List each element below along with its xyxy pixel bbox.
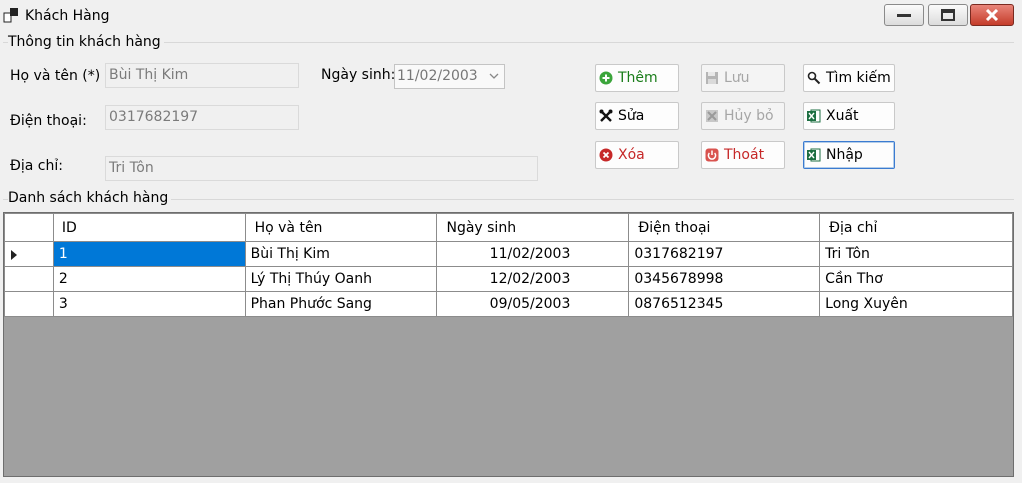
dob-datepicker[interactable]: 11/02/2003 — [394, 64, 505, 89]
name-field[interactable]: Bùi Thị Kim — [105, 63, 299, 88]
table-cell[interactable]: Lý Thị Thúy Oanh — [244, 266, 438, 292]
tools-icon — [599, 109, 613, 122]
close-button[interactable] — [970, 4, 1014, 26]
power-icon — [705, 148, 719, 162]
customer-table: ID Họ và tên Ngày sinh Điện thoại Địa ch… — [4, 213, 1013, 317]
app-icon — [3, 8, 18, 23]
plus-circle-icon — [599, 71, 613, 85]
edit-button[interactable]: Sửa — [595, 102, 679, 130]
minimize-icon — [897, 14, 911, 17]
customer-grid[interactable]: ID Họ và tên Ngày sinh Điện thoại Địa ch… — [3, 212, 1014, 477]
search-button-label: Tìm kiếm — [826, 70, 891, 86]
table-cell[interactable]: 09/05/2003 — [436, 291, 630, 317]
column-header-id[interactable]: ID — [52, 213, 246, 242]
cancel-button[interactable]: Hủy bỏ — [701, 102, 785, 130]
search-button[interactable]: Tìm kiếm — [803, 64, 895, 92]
maximize-icon — [941, 9, 955, 21]
save-button-label: Lưu — [724, 70, 750, 86]
delete-button[interactable]: Xóa — [595, 141, 679, 169]
info-group-legend: Thông tin khách hàng — [8, 34, 164, 50]
delete-icon — [599, 148, 613, 162]
phone-label: Điện thoại: — [10, 113, 87, 129]
import-button[interactable]: Nhập — [803, 141, 895, 169]
add-button[interactable]: Thêm — [595, 64, 679, 92]
address-label: Địa chỉ: — [10, 158, 63, 174]
current-row-arrow-icon — [11, 250, 17, 260]
table-cell[interactable]: 0345678998 — [628, 266, 821, 292]
table-cell[interactable]: Cần Thơ — [819, 266, 1013, 292]
column-header-phone[interactable]: Điện thoại — [628, 213, 821, 242]
list-group-legend: Danh sách khách hàng — [8, 190, 172, 206]
export-button-label: Xuất — [826, 108, 859, 124]
floppy-disk-icon — [706, 72, 718, 84]
title-bar: Khách Hàng — [0, 0, 1022, 32]
column-header-dob[interactable]: Ngày sinh — [436, 213, 630, 242]
chevron-down-icon[interactable] — [489, 73, 499, 80]
table-cell[interactable]: Phan Phước Sang — [244, 291, 438, 317]
table-cell[interactable]: 1 — [52, 241, 246, 267]
row-header-corner — [4, 213, 54, 242]
import-button-label: Nhập — [826, 147, 863, 163]
excel-icon — [807, 109, 821, 123]
dob-label: Ngày sinh: — [321, 67, 396, 83]
table-cell[interactable]: 2 — [52, 266, 246, 292]
table-cell[interactable]: 11/02/2003 — [436, 241, 630, 267]
address-field[interactable]: Tri Tôn — [105, 156, 538, 181]
exit-button[interactable]: Thoát — [701, 141, 785, 169]
excel-icon — [807, 148, 821, 162]
column-header-address[interactable]: Địa chỉ — [819, 213, 1013, 242]
phone-field[interactable]: 0317682197 — [105, 105, 299, 130]
table-cell[interactable]: 0317682197 — [628, 241, 821, 267]
table-row[interactable]: 1 Bùi Thị Kim 11/02/2003 0317682197 Tri … — [4, 241, 1013, 267]
table-row[interactable]: 2 Lý Thị Thúy Oanh 12/02/2003 0345678998… — [4, 266, 1013, 292]
table-row[interactable]: 3 Phan Phước Sang 09/05/2003 0876512345 … — [4, 291, 1013, 317]
table-cell[interactable]: 3 — [52, 291, 246, 317]
row-header[interactable] — [4, 291, 54, 317]
maximize-button[interactable] — [928, 4, 968, 26]
add-button-label: Thêm — [618, 70, 658, 86]
table-cell[interactable]: Tri Tôn — [819, 241, 1013, 267]
table-header-row: ID Họ và tên Ngày sinh Điện thoại Địa ch… — [4, 213, 1013, 242]
delete-button-label: Xóa — [618, 147, 645, 163]
row-header[interactable] — [4, 241, 54, 267]
table-cell[interactable]: 12/02/2003 — [436, 266, 630, 292]
exit-button-label: Thoát — [724, 147, 765, 163]
minimize-button[interactable] — [884, 4, 924, 26]
cancel-icon — [706, 110, 718, 122]
table-cell[interactable]: 0876512345 — [628, 291, 821, 317]
table-cell[interactable]: Bùi Thị Kim — [244, 241, 438, 267]
cancel-button-label: Hủy bỏ — [724, 108, 774, 124]
save-button[interactable]: Lưu — [701, 64, 785, 92]
column-header-name[interactable]: Họ và tên — [244, 213, 438, 242]
search-icon — [807, 71, 821, 85]
window-title: Khách Hàng — [25, 8, 110, 24]
export-button[interactable]: Xuất — [803, 102, 895, 130]
edit-button-label: Sửa — [618, 108, 645, 124]
dob-value: 11/02/2003 — [397, 68, 478, 84]
close-icon — [985, 9, 999, 21]
name-label: Họ và tên (*) : — [10, 68, 110, 84]
row-header[interactable] — [4, 266, 54, 292]
table-cell[interactable]: Long Xuyên — [819, 291, 1013, 317]
